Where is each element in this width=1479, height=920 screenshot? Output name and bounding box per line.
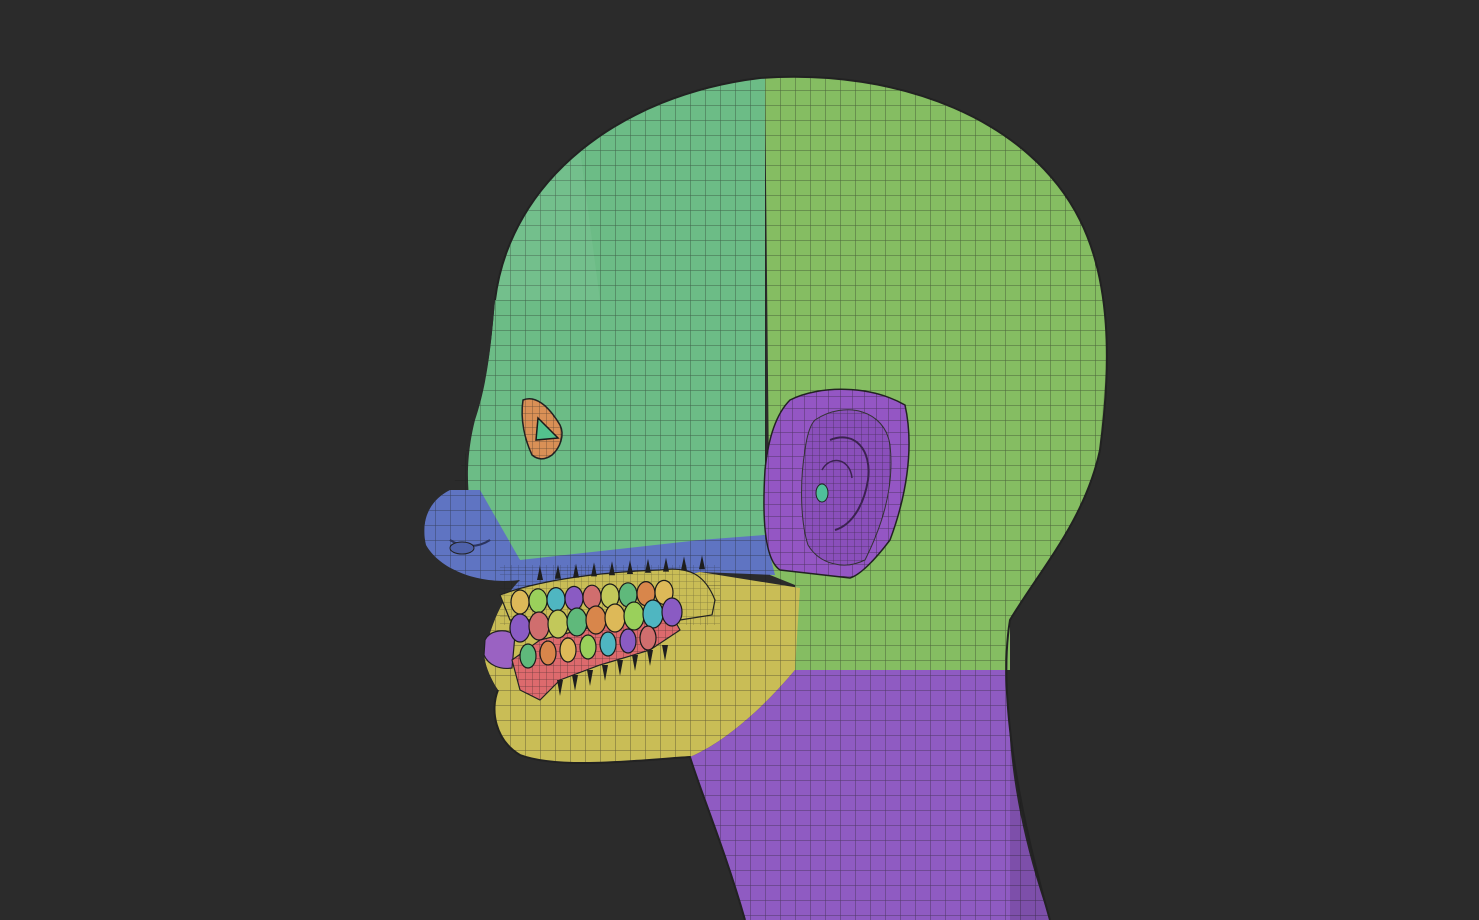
tooth bbox=[566, 607, 588, 637]
tooth bbox=[582, 584, 602, 610]
tooth bbox=[599, 631, 617, 657]
tooth bbox=[564, 585, 584, 612]
tooth bbox=[546, 586, 566, 613]
tooth bbox=[623, 601, 645, 631]
tooth bbox=[559, 637, 577, 663]
tooth bbox=[661, 597, 683, 627]
tooth bbox=[509, 613, 531, 643]
head-mesh-render bbox=[424, 75, 1108, 920]
tooth bbox=[619, 628, 637, 654]
tooth bbox=[528, 611, 550, 641]
ear-canal bbox=[815, 483, 829, 503]
tooth bbox=[639, 625, 657, 651]
3d-viewport[interactable] bbox=[0, 0, 1479, 920]
tooth bbox=[642, 599, 664, 629]
tooth bbox=[510, 589, 530, 615]
head-model bbox=[424, 75, 1108, 920]
tooth bbox=[579, 634, 597, 660]
tooth bbox=[539, 640, 557, 666]
tooth bbox=[528, 588, 548, 614]
tooth bbox=[585, 605, 607, 635]
tooth bbox=[519, 643, 537, 669]
tooth bbox=[604, 603, 626, 633]
tooth bbox=[547, 609, 569, 639]
